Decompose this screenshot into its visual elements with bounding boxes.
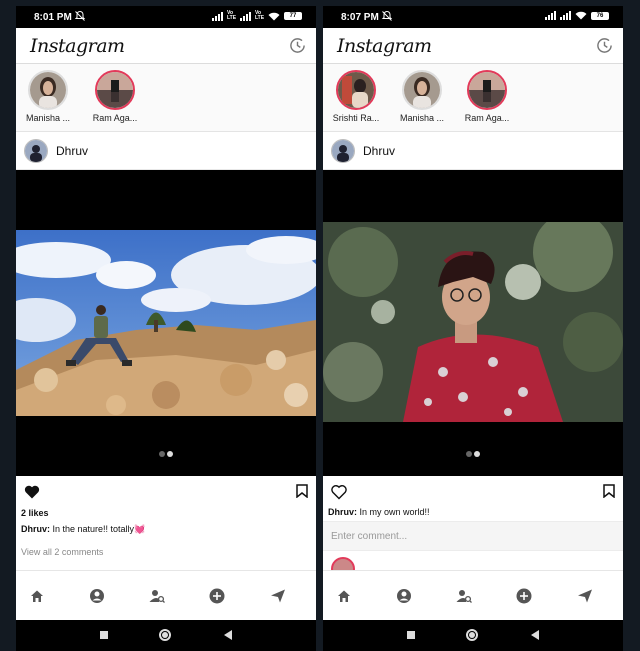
story-avatar [467, 70, 507, 110]
wifi-icon [268, 12, 280, 20]
recents-button[interactable] [100, 631, 108, 639]
volte-icon: Vo LTE [255, 10, 265, 21]
carousel-dot-active[interactable] [167, 451, 173, 457]
home-icon[interactable] [336, 588, 352, 604]
search-user-icon[interactable] [149, 588, 165, 604]
post-actions [16, 476, 316, 504]
story-item[interactable]: Ram Aga... [457, 70, 517, 123]
left-phone-screen: 8:01 PM Vo LTE Vo LTE 77 Instagram Manis… [16, 6, 316, 651]
post-media-carousel[interactable] [16, 170, 316, 476]
back-button[interactable] [224, 630, 232, 640]
recents-button[interactable] [407, 631, 415, 639]
profile-icon[interactable] [396, 588, 412, 604]
story-name: Manisha ... [25, 113, 71, 123]
post-username[interactable]: Dhruv [56, 144, 88, 158]
carousel-dots [323, 444, 623, 462]
bookmark-icon[interactable] [296, 484, 308, 498]
activity-clock-icon[interactable] [289, 37, 306, 54]
search-user-icon[interactable] [456, 588, 472, 604]
story-avatar [95, 70, 135, 110]
system-nav-bar [16, 620, 316, 651]
activity-clock-icon[interactable] [596, 37, 613, 54]
story-item[interactable]: Manisha ... [392, 70, 452, 123]
system-nav-bar [323, 620, 623, 651]
story-name: Srishti Ra... [332, 113, 380, 123]
status-time: 8:01 PM [34, 12, 72, 23]
likes-count: 2 likes [21, 508, 49, 518]
caption-text: In my own world!! [357, 507, 430, 517]
comment-list [323, 551, 623, 581]
story-name: Manisha ... [399, 113, 445, 123]
story-avatar [402, 70, 442, 110]
story-name: Ram Aga... [92, 113, 138, 123]
post-media-carousel[interactable] [323, 170, 623, 476]
volte-icon: Vo LTE [227, 10, 237, 21]
story-item[interactable]: Ram Aga... [85, 70, 145, 123]
comment-input[interactable]: Enter comment... [323, 521, 623, 551]
home-button[interactable] [466, 629, 478, 641]
home-icon[interactable] [29, 588, 45, 604]
signal-icon [240, 11, 251, 21]
post-caption: Dhruv: In my own world!! [323, 504, 623, 517]
post-caption: Dhruv: In the nature!! totally💓 [16, 518, 316, 535]
send-message-icon[interactable] [577, 588, 593, 604]
right-phone-screen: 8:07 PM 76 Instagram Srishti Ra... Manis… [323, 6, 623, 651]
notifications-off-icon [381, 10, 393, 21]
add-post-icon[interactable] [209, 588, 225, 604]
app-header: Instagram [16, 28, 316, 64]
signal-icon [212, 11, 223, 21]
instagram-logo: Instagram [337, 35, 432, 57]
wifi-icon [575, 11, 587, 20]
status-bar: 8:01 PM Vo LTE Vo LTE 77 [16, 6, 316, 28]
caption-text: In the nature!! totally💓 [50, 524, 146, 534]
stories-bar: Manisha ... Ram Aga... [16, 64, 316, 132]
story-item[interactable]: Srishti Ra... [326, 70, 386, 123]
view-comments-link[interactable]: View all 2 comments [16, 535, 316, 557]
carousel-dots [16, 444, 316, 462]
carousel-dot[interactable] [159, 451, 165, 457]
carousel-dot[interactable] [466, 451, 472, 457]
post-header[interactable]: Dhruv [323, 132, 623, 170]
post-username[interactable]: Dhruv [363, 144, 395, 158]
stories-bar: Srishti Ra... Manisha ... Ram Aga... [323, 64, 623, 132]
story-item[interactable]: Manisha ... [18, 70, 78, 123]
bottom-navigation [16, 570, 316, 620]
send-message-icon[interactable] [270, 588, 286, 604]
like-heart-icon[interactable] [24, 484, 40, 500]
post-actions [323, 476, 623, 504]
comment-placeholder: Enter comment... [331, 531, 408, 542]
story-avatar [28, 70, 68, 110]
story-name: Ram Aga... [464, 113, 510, 123]
signal-icon [545, 11, 556, 20]
caption-username[interactable]: Dhruv: [21, 524, 50, 534]
instagram-logo: Instagram [30, 35, 125, 57]
notifications-off-icon [74, 10, 86, 21]
post-header[interactable]: Dhruv [16, 132, 316, 170]
back-button[interactable] [531, 630, 539, 640]
post-avatar [24, 139, 48, 163]
post-photo [16, 230, 316, 416]
profile-icon[interactable] [89, 588, 105, 604]
bookmark-icon[interactable] [603, 484, 615, 498]
status-bar: 8:07 PM 76 [323, 6, 623, 28]
signal-icon [560, 11, 571, 20]
carousel-dot-active[interactable] [474, 451, 480, 457]
battery-icon: 76 [591, 11, 609, 20]
battery-icon: 77 [284, 12, 302, 20]
bottom-navigation [323, 570, 623, 620]
story-avatar [336, 70, 376, 110]
like-heart-outline-icon[interactable] [331, 484, 347, 500]
home-button[interactable] [159, 629, 171, 641]
caption-username[interactable]: Dhruv: [328, 507, 357, 517]
status-time: 8:07 PM [341, 12, 379, 23]
instagram-app: Instagram Srishti Ra... Manisha ... Ram … [323, 28, 623, 620]
add-post-icon[interactable] [516, 588, 532, 604]
post-avatar [331, 139, 355, 163]
post-photo [323, 222, 623, 422]
app-header: Instagram [323, 28, 623, 64]
instagram-app: Instagram Manisha ... Ram Aga... Dhruv 2… [16, 28, 316, 620]
